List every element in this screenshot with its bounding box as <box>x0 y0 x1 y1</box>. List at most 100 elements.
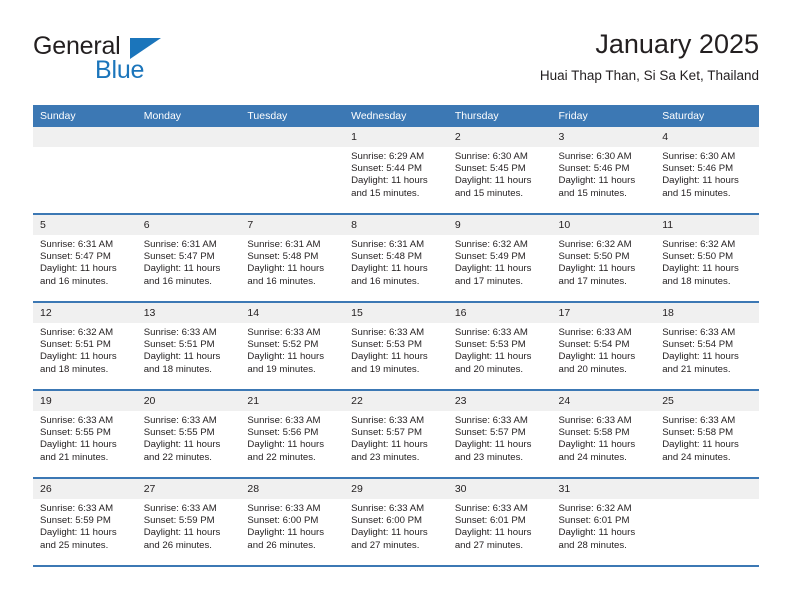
weekday-header-row: Sunday Monday Tuesday Wednesday Thursday… <box>33 105 759 127</box>
daylight-text: Daylight: 11 hours and 26 minutes. <box>143 527 221 551</box>
calendar-day-cell[interactable]: 23 Sunrise: 6:33 AM Sunset: 5:57 PM Dayligh… <box>447 390 552 479</box>
sunrise-text: Sunrise: 6:33 AM <box>454 503 528 514</box>
sunset-text: Sunset: 5:57 PM <box>351 427 423 439</box>
calendar-day-cell[interactable]: 28 Sunrise: 6:33 AM Sunset: 6:00 PM Dayligh… <box>240 478 345 567</box>
calendar-day-cell[interactable]: 1 Sunrise: 6:29 AM Sunset: 5:44 PM Daylight… <box>344 127 448 215</box>
sunrise-text: Sunrise: 6:30 AM <box>662 151 736 162</box>
weekday-header-wednesday: Wednesday <box>344 105 448 127</box>
day-details: Sunrise: 6:32 AM Sunset: 5:49 PM Daylight:… <box>448 235 552 288</box>
day-details: Sunrise: 6:31 AM Sunset: 5:48 PM Daylight:… <box>240 235 344 288</box>
day-details: Sunrise: 6:33 AM Sunset: 6:01 PM Daylight:… <box>448 499 552 552</box>
day-number: 15 <box>344 303 448 323</box>
calendar-day-cell[interactable]: 16 Sunrise: 6:33 AM Sunset: 5:53 PM Dayligh… <box>447 302 552 391</box>
sunrise-text: Sunrise: 6:33 AM <box>454 415 528 426</box>
location-subtitle: Huai Thap Than, Si Sa Ket, Thailand <box>539 68 759 83</box>
daylight-text: Daylight: 11 hours and 24 minutes. <box>662 439 739 463</box>
calendar-week-row: 12 Sunrise: 6:32 AM Sunset: 5:51 PM Dayligh… <box>33 302 759 391</box>
daylight-text: Daylight: 11 hours and 15 minutes. <box>662 175 739 199</box>
daylight-text: Daylight: 11 hours and 28 minutes. <box>558 527 636 551</box>
calendar-day-cell[interactable]: 6 Sunrise: 6:31 AM Sunset: 5:47 PM Daylight… <box>136 214 241 303</box>
calendar-day-cell[interactable]: 5 Sunrise: 6:31 AM Sunset: 5:47 PM Daylight… <box>33 214 137 303</box>
calendar-day-cell[interactable]: 4 Sunrise: 6:30 AM Sunset: 5:46 PM Daylight… <box>655 127 759 215</box>
day-details: Sunrise: 6:31 AM Sunset: 5:48 PM Daylight:… <box>344 235 448 288</box>
sunrise-text: Sunrise: 6:33 AM <box>351 503 425 514</box>
calendar-week-row: 19 Sunrise: 6:33 AM Sunset: 5:55 PM Dayligh… <box>33 390 759 479</box>
day-number: 23 <box>447 391 552 411</box>
calendar-day-cell[interactable]: 26 Sunrise: 6:33 AM Sunset: 5:59 PM Dayligh… <box>33 478 137 567</box>
calendar-day-cell-empty <box>33 127 137 215</box>
daylight-text: Daylight: 11 hours and 21 minutes. <box>40 439 117 463</box>
sunset-text: Sunset: 5:47 PM <box>143 251 215 263</box>
sunrise-text: Sunrise: 6:33 AM <box>558 415 632 426</box>
calendar-day-cell[interactable]: 8 Sunrise: 6:31 AM Sunset: 5:48 PM Daylight… <box>344 214 448 303</box>
day-number: 18 <box>655 303 759 323</box>
sunset-text: Sunset: 5:46 PM <box>558 163 630 175</box>
calendar-day-cell[interactable]: 2 Sunrise: 6:30 AM Sunset: 5:45 PM Daylight… <box>447 127 552 215</box>
calendar-day-cell[interactable]: 20 Sunrise: 6:33 AM Sunset: 5:55 PM Dayligh… <box>136 390 241 479</box>
calendar-day-cell[interactable]: 10 Sunrise: 6:32 AM Sunset: 5:50 PM Dayligh… <box>551 214 656 303</box>
calendar-day-cell[interactable]: 13 Sunrise: 6:33 AM Sunset: 5:51 PM Dayligh… <box>136 302 241 391</box>
sunset-text: Sunset: 5:46 PM <box>662 163 734 175</box>
brand-logo[interactable]: General Blue <box>33 28 263 90</box>
sunset-text: Sunset: 5:45 PM <box>454 163 526 175</box>
calendar-day-cell[interactable]: 3 Sunrise: 6:30 AM Sunset: 5:46 PM Daylight… <box>551 127 656 215</box>
calendar-day-cell[interactable]: 21 Sunrise: 6:33 AM Sunset: 5:56 PM Dayligh… <box>240 390 345 479</box>
calendar-day-cell[interactable]: 17 Sunrise: 6:33 AM Sunset: 5:54 PM Dayligh… <box>551 302 656 391</box>
calendar-day-cell[interactable]: 19 Sunrise: 6:33 AM Sunset: 5:55 PM Dayligh… <box>33 390 137 479</box>
daylight-text: Daylight: 11 hours and 21 minutes. <box>662 351 739 375</box>
calendar-day-cell[interactable]: 29 Sunrise: 6:33 AM Sunset: 6:00 PM Dayligh… <box>344 478 448 567</box>
daylight-text: Daylight: 11 hours and 17 minutes. <box>454 263 532 287</box>
sunset-text: Sunset: 5:58 PM <box>558 427 630 439</box>
sunrise-text: Sunrise: 6:30 AM <box>454 151 528 162</box>
day-number: 29 <box>344 479 448 499</box>
sunrise-text: Sunrise: 6:33 AM <box>247 327 321 338</box>
day-number: 21 <box>240 391 345 411</box>
sunset-text: Sunset: 5:53 PM <box>351 339 423 351</box>
calendar-day-cell[interactable]: 25 Sunrise: 6:33 AM Sunset: 5:58 PM Dayligh… <box>655 390 759 479</box>
day-details: Sunrise: 6:32 AM Sunset: 6:01 PM Daylight:… <box>552 499 656 552</box>
calendar-day-cell[interactable]: 7 Sunrise: 6:31 AM Sunset: 5:48 PM Daylight… <box>240 214 345 303</box>
calendar-day-cell[interactable]: 11 Sunrise: 6:32 AM Sunset: 5:50 PM Dayligh… <box>655 214 759 303</box>
sunrise-text: Sunrise: 6:33 AM <box>351 415 425 426</box>
calendar-day-cell[interactable]: 15 Sunrise: 6:33 AM Sunset: 5:53 PM Dayligh… <box>344 302 448 391</box>
daylight-text: Daylight: 11 hours and 15 minutes. <box>558 175 636 199</box>
day-number <box>240 127 345 147</box>
day-number: 12 <box>33 303 137 323</box>
calendar-day-cell[interactable]: 27 Sunrise: 6:33 AM Sunset: 5:59 PM Dayligh… <box>136 478 241 567</box>
day-number: 9 <box>447 215 552 235</box>
calendar-day-cell[interactable]: 12 Sunrise: 6:32 AM Sunset: 5:51 PM Dayligh… <box>33 302 137 391</box>
day-details: Sunrise: 6:33 AM Sunset: 5:54 PM Daylight:… <box>655 323 759 376</box>
sunset-text: Sunset: 5:54 PM <box>662 339 734 351</box>
page-header: General Blue January 2025 Huai Thap Than… <box>33 28 759 98</box>
sunset-text: Sunset: 5:51 PM <box>40 339 111 351</box>
day-details: Sunrise: 6:33 AM Sunset: 5:51 PM Daylight:… <box>137 323 241 376</box>
day-details: Sunrise: 6:33 AM Sunset: 5:59 PM Daylight:… <box>33 499 137 552</box>
sunset-text: Sunset: 5:50 PM <box>662 251 734 263</box>
daylight-text: Daylight: 11 hours and 22 minutes. <box>247 439 325 463</box>
sunset-text: Sunset: 5:48 PM <box>351 251 423 263</box>
sunset-text: Sunset: 5:52 PM <box>247 339 319 351</box>
sunrise-text: Sunrise: 6:31 AM <box>143 239 217 250</box>
day-details: Sunrise: 6:29 AM Sunset: 5:44 PM Daylight:… <box>344 147 448 200</box>
calendar-day-cell[interactable]: 14 Sunrise: 6:33 AM Sunset: 5:52 PM Dayligh… <box>240 302 345 391</box>
daylight-text: Daylight: 11 hours and 16 minutes. <box>40 263 117 287</box>
day-details: Sunrise: 6:33 AM Sunset: 5:55 PM Daylight:… <box>137 411 241 464</box>
calendar-day-cell[interactable]: 24 Sunrise: 6:33 AM Sunset: 5:58 PM Dayligh… <box>551 390 656 479</box>
calendar-day-cell[interactable]: 9 Sunrise: 6:32 AM Sunset: 5:49 PM Daylight… <box>447 214 552 303</box>
day-number: 16 <box>447 303 552 323</box>
calendar-page: General Blue January 2025 Huai Thap Than… <box>0 0 792 612</box>
calendar-day-cell[interactable]: 18 Sunrise: 6:33 AM Sunset: 5:54 PM Dayligh… <box>655 302 759 391</box>
day-details: Sunrise: 6:31 AM Sunset: 5:47 PM Daylight:… <box>33 235 137 288</box>
calendar-day-cell[interactable]: 30 Sunrise: 6:33 AM Sunset: 6:01 PM Dayligh… <box>447 478 552 567</box>
day-number: 2 <box>447 127 552 147</box>
day-details: Sunrise: 6:33 AM Sunset: 5:53 PM Daylight:… <box>344 323 448 376</box>
day-number: 28 <box>240 479 345 499</box>
day-details: Sunrise: 6:33 AM Sunset: 5:55 PM Daylight:… <box>33 411 137 464</box>
calendar-day-cell[interactable]: 31 Sunrise: 6:32 AM Sunset: 6:01 PM Dayligh… <box>551 478 656 567</box>
sunset-text: Sunset: 6:00 PM <box>351 515 423 527</box>
day-number: 7 <box>240 215 345 235</box>
calendar-day-cell[interactable]: 22 Sunrise: 6:33 AM Sunset: 5:57 PM Dayligh… <box>344 390 448 479</box>
sunrise-text: Sunrise: 6:33 AM <box>247 415 321 426</box>
sunset-text: Sunset: 5:49 PM <box>454 251 526 263</box>
sunrise-text: Sunrise: 6:33 AM <box>143 503 217 514</box>
